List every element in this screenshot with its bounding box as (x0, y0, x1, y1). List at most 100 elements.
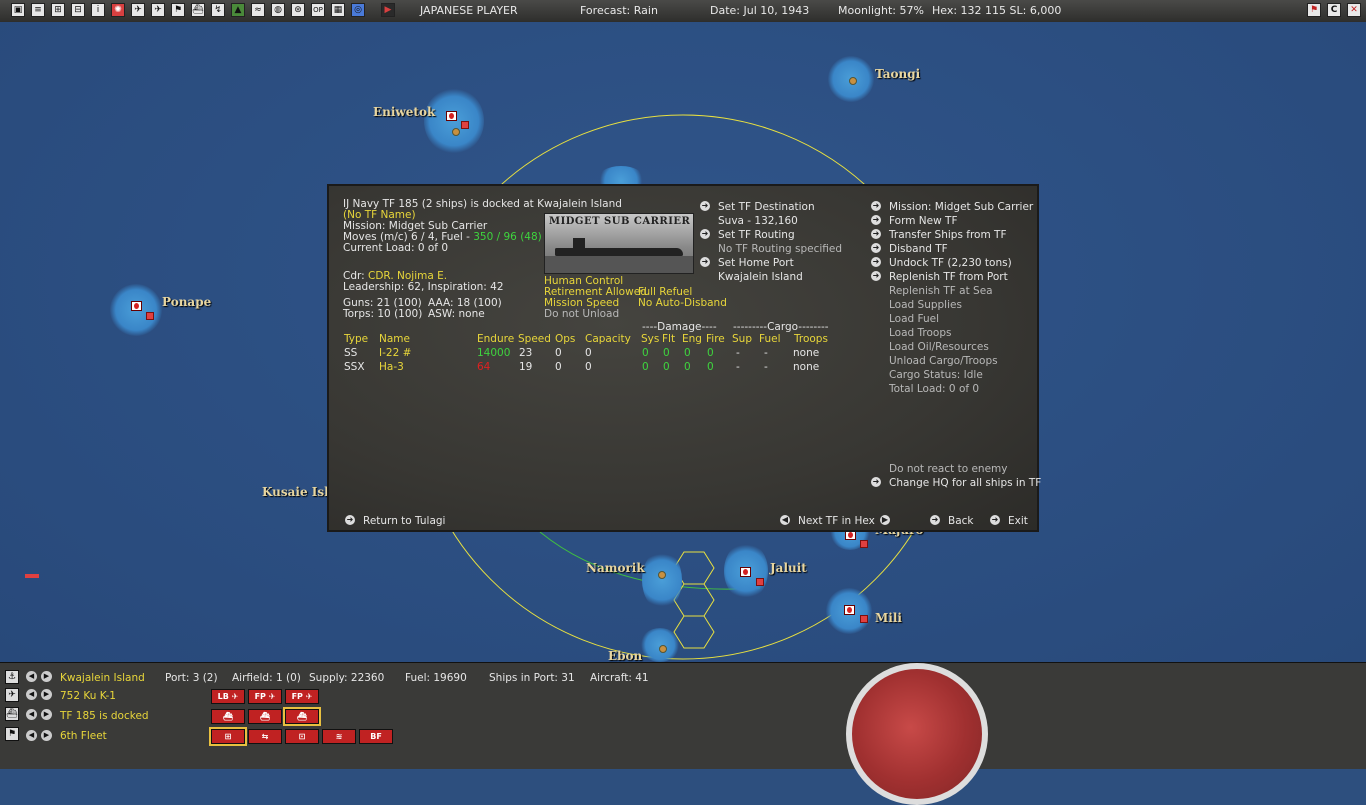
setting-unload[interactable]: Do not Unload (544, 308, 619, 320)
air-unit-name[interactable]: 752 Ku K-1 (60, 690, 116, 702)
japanese-base-flag[interactable] (740, 567, 751, 577)
route-icon[interactable]: ↯ (211, 3, 225, 17)
info-icon[interactable]: i (91, 3, 105, 17)
unit-marker[interactable] (860, 615, 868, 623)
mission-button[interactable]: Mission: Midget Sub Carrier (889, 201, 1033, 213)
formation-button[interactable]: ⊡ (285, 729, 319, 744)
unload-cargo-button[interactable]: Unload Cargo/Troops (889, 355, 998, 367)
load-supplies-button[interactable]: Load Supplies (889, 299, 962, 311)
close-icon[interactable]: ✕ (1347, 3, 1361, 17)
flag-icon[interactable]: ⚑ (5, 727, 19, 741)
base-marker[interactable] (658, 571, 666, 579)
unit-marker[interactable] (146, 312, 154, 320)
form-new-tf-button[interactable]: Form New TF (889, 215, 957, 227)
setting-auto-disband[interactable]: No Auto-Disband (638, 297, 727, 309)
fp-aircraft-button[interactable]: FP ✈ (248, 689, 282, 704)
base-marker[interactable] (659, 645, 667, 653)
terrain-icon[interactable]: ▲ (231, 3, 245, 17)
ship-icon[interactable]: ⛴ (5, 707, 19, 721)
transfer-button[interactable]: ⇆ (248, 729, 282, 744)
ship-marker[interactable] (25, 574, 39, 578)
fp-aircraft-button-2[interactable]: FP ✈ (285, 689, 319, 704)
arrow-right-icon[interactable]: ➜ (990, 515, 1000, 525)
replenish-port-button[interactable]: Replenish TF from Port (889, 271, 1008, 283)
load-troops-button[interactable]: Load Troops (889, 327, 951, 339)
flag-icon[interactable]: ⚑ (171, 3, 185, 17)
hq-button[interactable]: ⊞ (209, 727, 247, 746)
arrow-right-icon[interactable]: ➜ (871, 257, 881, 267)
load-fuel-button[interactable]: Load Fuel (889, 313, 939, 325)
list-icon[interactable]: ≡ (31, 3, 45, 17)
transfer-ships-button[interactable]: Transfer Ships from TF (889, 229, 1007, 241)
bf-button[interactable]: BF (359, 729, 393, 744)
undock-tf-button[interactable]: Undock TF (2,230 tons) (889, 257, 1012, 269)
grid-icon[interactable]: ▦ (331, 3, 345, 17)
ship-name[interactable]: I-22 # (379, 347, 411, 359)
orders-icon[interactable]: ⊞ (51, 3, 65, 17)
prev-arrow-icon[interactable]: ◀ (26, 730, 37, 741)
base-name[interactable]: Kwajalein Island (60, 672, 145, 684)
aircraft-icon[interactable]: ✈ (131, 3, 145, 17)
home-icon[interactable]: ▣ (11, 3, 25, 17)
japanese-base-flag[interactable] (131, 301, 142, 311)
load-oil-button[interactable]: Load Oil/Resources (889, 341, 989, 353)
return-button[interactable]: Return to Tulagi (363, 515, 445, 527)
fleet-icon[interactable]: ≈ (251, 3, 265, 17)
map-view-icon[interactable]: ◎ (351, 3, 365, 17)
unit-marker[interactable] (461, 121, 469, 129)
disband-tf-button[interactable]: Disband TF (889, 243, 948, 255)
arrow-right-icon[interactable]: ➜ (345, 515, 355, 525)
transport-button[interactable]: ⛴ (283, 707, 321, 726)
target-icon[interactable]: ⊛ (291, 3, 305, 17)
react-toggle[interactable]: Do not react to enemy (889, 463, 1007, 475)
set-home-port-button[interactable]: Set Home Port (718, 257, 794, 269)
japanese-base-flag[interactable] (844, 605, 855, 615)
arrow-right-icon[interactable]: ➜ (871, 477, 881, 487)
next-arrow-icon[interactable]: ▶ (41, 730, 52, 741)
arrow-right-icon[interactable]: ➜ (930, 515, 940, 525)
arrow-right-icon[interactable]: ➜ (700, 229, 710, 239)
warship-button[interactable]: ⛴ (211, 709, 245, 724)
unit-marker[interactable] (860, 540, 868, 548)
next-arrow-icon[interactable]: ▶ (41, 709, 52, 720)
wave-button[interactable]: ≋ (322, 729, 356, 744)
arrow-left-icon[interactable]: ◀ (780, 515, 790, 525)
prev-arrow-icon[interactable]: ◀ (26, 709, 37, 720)
flag-toggle-icon[interactable]: ⚑ (1307, 3, 1321, 17)
arrow-right-icon[interactable]: ➜ (700, 201, 710, 211)
prev-arrow-icon[interactable]: ◀ (26, 689, 37, 700)
replenish-sea-button[interactable]: Replenish TF at Sea (889, 285, 993, 297)
prev-arrow-icon[interactable]: ◀ (26, 671, 37, 682)
base-marker[interactable] (849, 77, 857, 85)
next-arrow-icon[interactable]: ▶ (41, 689, 52, 700)
fleet-name[interactable]: 6th Fleet (60, 730, 107, 742)
arrow-right-icon[interactable]: ➜ (871, 201, 881, 211)
set-destination-button[interactable]: Set TF Destination (718, 201, 815, 213)
play-turn-icon[interactable]: ▶ (381, 3, 395, 17)
base-marker[interactable] (452, 128, 460, 136)
ship-name[interactable]: Ha-3 (379, 361, 404, 373)
set-routing-button[interactable]: Set TF Routing (718, 229, 795, 241)
globe-icon[interactable]: ◍ (271, 3, 285, 17)
rising-sun-icon[interactable]: ✺ (111, 3, 125, 17)
fighter-icon[interactable]: ✈ (151, 3, 165, 17)
lb-aircraft-button[interactable]: LB ✈ (211, 689, 245, 704)
op-icon[interactable]: OP (311, 3, 325, 17)
tf-status[interactable]: TF 185 is docked (60, 710, 149, 722)
turn-globe[interactable] (846, 663, 988, 805)
anchor-icon[interactable]: ⚓ (5, 670, 19, 684)
report-icon[interactable]: ⊟ (71, 3, 85, 17)
back-button[interactable]: Back (948, 515, 974, 527)
submarine-button[interactable]: ⛴ (248, 709, 282, 724)
arrow-right-icon[interactable]: ➜ (871, 243, 881, 253)
airplane-icon[interactable]: ✈ (5, 688, 19, 702)
change-hq-button[interactable]: Change HQ for all ships in TF (889, 477, 1041, 489)
next-arrow-icon[interactable]: ▶ (41, 671, 52, 682)
center-icon[interactable]: C (1327, 3, 1341, 17)
arrow-right-icon[interactable]: ➜ (871, 215, 881, 225)
japanese-base-flag[interactable] (446, 111, 457, 121)
arrow-right-icon[interactable]: ▶ (880, 515, 890, 525)
exit-button[interactable]: Exit (1008, 515, 1028, 527)
unit-marker[interactable] (756, 578, 764, 586)
arrow-right-icon[interactable]: ➜ (871, 229, 881, 239)
